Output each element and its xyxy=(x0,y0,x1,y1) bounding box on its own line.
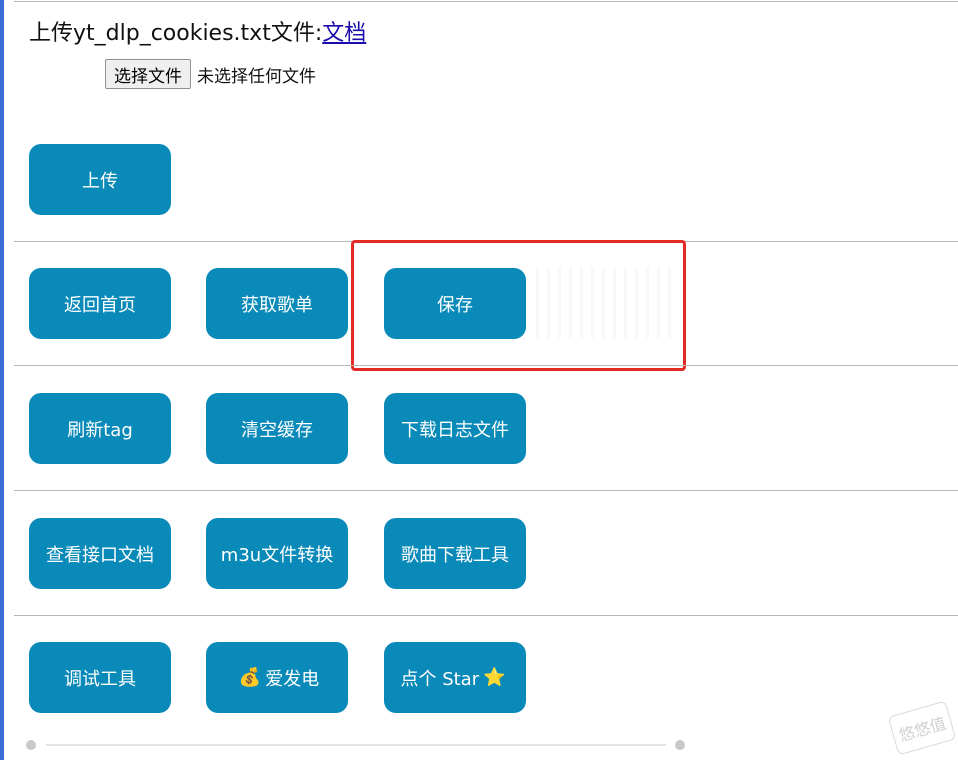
get-playlist-button[interactable]: 获取歌单 xyxy=(206,268,348,339)
download-log-label: 下载日志文件 xyxy=(401,419,509,441)
refresh-tag-button[interactable]: 刷新tag xyxy=(29,393,171,464)
view-api-docs-label: 查看接口文档 xyxy=(46,544,154,566)
upload-title-text: 上传yt_dlp_cookies.txt文件: xyxy=(29,21,323,46)
left-accent-bar xyxy=(0,0,4,760)
upload-button[interactable]: 上传 xyxy=(29,144,171,215)
upload-title: 上传yt_dlp_cookies.txt文件:文档 xyxy=(29,15,366,47)
debug-tool-button[interactable]: 调试工具 xyxy=(29,642,171,713)
get-playlist-label: 获取歌单 xyxy=(241,294,313,316)
doc-link[interactable]: 文档 xyxy=(322,21,366,46)
download-log-button[interactable]: 下载日志文件 xyxy=(384,393,526,464)
clear-cache-label: 清空缓存 xyxy=(241,419,313,441)
debug-tool-label: 调试工具 xyxy=(64,668,136,690)
back-home-label: 返回首页 xyxy=(64,294,136,316)
clear-cache-button[interactable]: 清空缓存 xyxy=(206,393,348,464)
star-button[interactable]: 点个 Star ⭐ xyxy=(384,642,526,713)
view-api-docs-button[interactable]: 查看接口文档 xyxy=(29,518,171,589)
slider-track[interactable] xyxy=(46,744,666,746)
file-status-text: 未选择任何文件 xyxy=(197,66,316,87)
upload-button-label: 上传 xyxy=(82,170,118,192)
divider-4 xyxy=(14,615,958,616)
watermark-logo: 悠悠值 xyxy=(887,700,957,756)
highlight-box xyxy=(351,240,686,371)
star-icon: ⭐ xyxy=(483,667,506,688)
sponsor-label: 爱发电 xyxy=(265,668,320,690)
star-label: 点个 Star xyxy=(400,668,480,690)
sponsor-button[interactable]: 💰 爱发电 xyxy=(206,642,348,713)
m3u-convert-label: m3u文件转换 xyxy=(220,544,334,566)
watermark-text: 悠悠值 xyxy=(896,713,949,746)
slider-right-dot[interactable] xyxy=(675,740,685,750)
song-download-tool-button[interactable]: 歌曲下载工具 xyxy=(384,518,526,589)
divider-top xyxy=(14,1,958,2)
refresh-tag-label: 刷新tag xyxy=(67,419,133,441)
file-picker: 选择文件 未选择任何文件 xyxy=(105,59,316,89)
song-download-tool-label: 歌曲下载工具 xyxy=(401,544,509,566)
slider-left-dot[interactable] xyxy=(26,740,36,750)
money-bag-icon: 💰 xyxy=(238,667,262,688)
page: 上传yt_dlp_cookies.txt文件:文档 选择文件 未选择任何文件 上… xyxy=(0,0,958,760)
m3u-convert-button[interactable]: m3u文件转换 xyxy=(206,518,348,589)
back-home-button[interactable]: 返回首页 xyxy=(29,268,171,339)
divider-2 xyxy=(14,365,958,366)
divider-3 xyxy=(14,490,958,491)
choose-file-button[interactable]: 选择文件 xyxy=(105,59,191,89)
